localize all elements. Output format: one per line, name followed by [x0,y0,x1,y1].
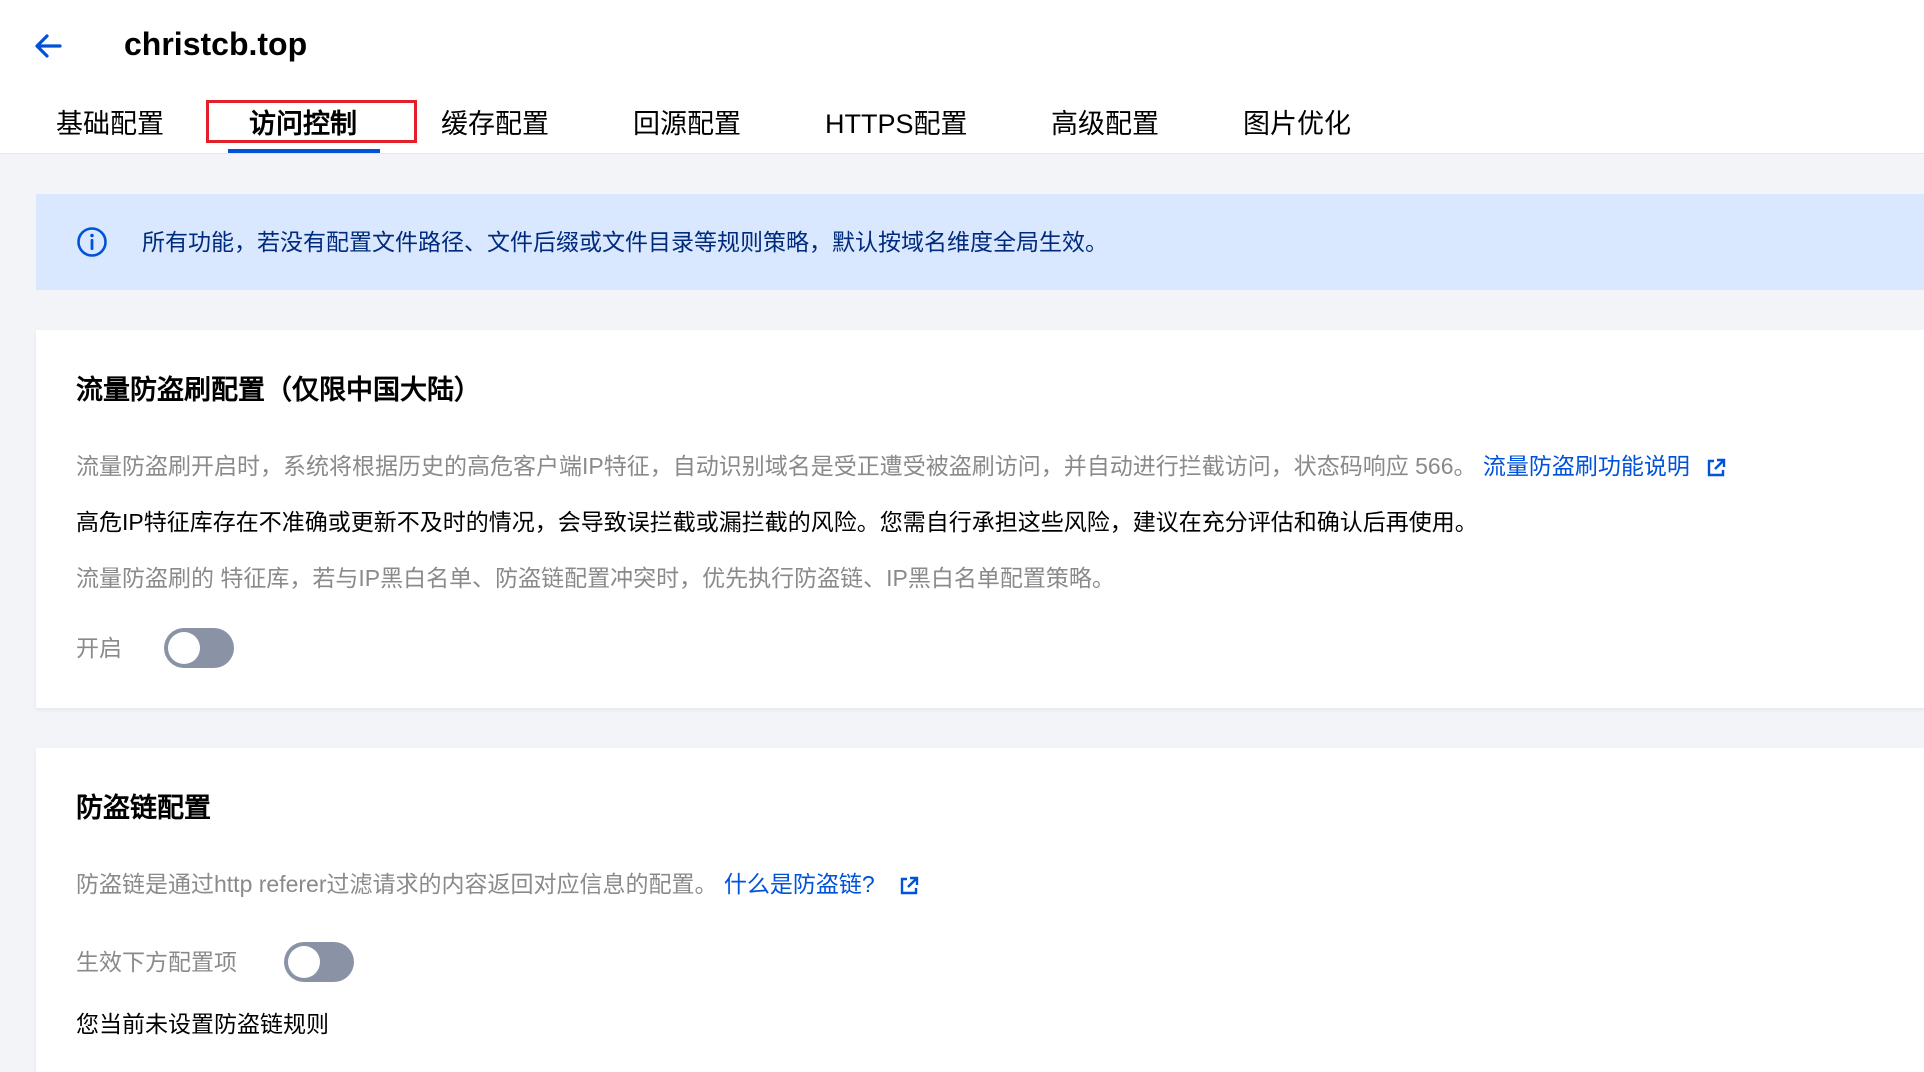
referer-card-description: 防盗链是通过http referer过滤请求的内容返回对应信息的配置。 什么是防… [76,866,919,902]
info-banner-text: 所有功能，若没有配置文件路径、文件后缀或文件目录等规则策略，默认按域名维度全局生… [142,229,1108,255]
referer-card-title: 防盗链配置 [76,793,211,823]
traffic-feature-doc-link[interactable]: 流量防盗刷功能说明 [1483,453,1726,479]
traffic-card-title: 流量防盗刷配置（仅限中国大陆） [76,375,481,405]
active-tab-underline [228,149,380,153]
arrow-left-icon [35,34,62,58]
referer-config-toggle[interactable] [284,942,354,982]
traffic-card-risk-warning: 高危IP特征库存在不准确或更新不及时的情况，会导致误拦截或漏拦截的风险。您需自行… [76,509,1478,535]
tab-image-optimization[interactable]: 图片优化 [1243,106,1351,150]
top-bar: christcb.top 基础配置 访问控制 缓存配置 回源配置 HTTPS配置… [0,0,1924,154]
tab-https-config[interactable]: HTTPS配置 [825,106,968,150]
traffic-card-description: 流量防盗刷开启时，系统将根据历史的高危客户端IP特征，自动识别域名是受正遭受被盗… [76,448,1726,484]
tab-bar: 基础配置 访问控制 缓存配置 回源配置 HTTPS配置 高级配置 图片优化 [0,100,1924,154]
active-tab-highlight-box [206,100,417,143]
traffic-anti-theft-card: 流量防盗刷配置（仅限中国大陆） 流量防盗刷开启时，系统将根据历史的高危客户端IP… [36,330,1924,708]
tab-cache-config[interactable]: 缓存配置 [441,106,549,150]
traffic-feature-doc-link-label: 流量防盗刷功能说明 [1482,453,1690,479]
what-is-anti-leech-link-label: 什么是防盗链? [723,871,875,897]
info-banner: 所有功能，若没有配置文件路径、文件后缀或文件目录等规则策略，默认按域名维度全局生… [36,194,1924,290]
tab-basic-config[interactable]: 基础配置 [56,106,164,150]
back-button[interactable] [28,26,68,66]
referer-empty-status: 您当前未设置防盗链规则 [76,1011,329,1037]
traffic-anti-theft-toggle[interactable] [164,628,234,668]
traffic-card-priority-note: 流量防盗刷的 特征库，若与IP黑白名单、防盗链配置冲突时，优先执行防盗链、IP黑… [76,565,1115,591]
traffic-card-description-text: 流量防盗刷开启时，系统将根据历史的高危客户端IP特征，自动识别域名是受正遭受被盗… [76,453,1477,479]
external-link-icon [900,876,919,895]
what-is-anti-leech-link[interactable]: 什么是防盗链? [724,871,919,897]
page-title: christcb.top [124,26,308,62]
tab-advanced-config[interactable]: 高级配置 [1051,106,1159,150]
toggle-knob [288,946,320,978]
toggle-knob [168,632,200,664]
traffic-toggle-label: 开启 [76,635,122,661]
info-circle-icon [77,227,107,257]
referer-toggle-label: 生效下方配置项 [76,949,237,975]
referer-card-description-text: 防盗链是通过http referer过滤请求的内容返回对应信息的配置。 [76,871,718,897]
external-link-icon [1708,458,1726,477]
referer-anti-leech-card: 防盗链配置 防盗链是通过http referer过滤请求的内容返回对应信息的配置… [36,748,1924,1072]
tab-origin-config[interactable]: 回源配置 [633,106,741,150]
